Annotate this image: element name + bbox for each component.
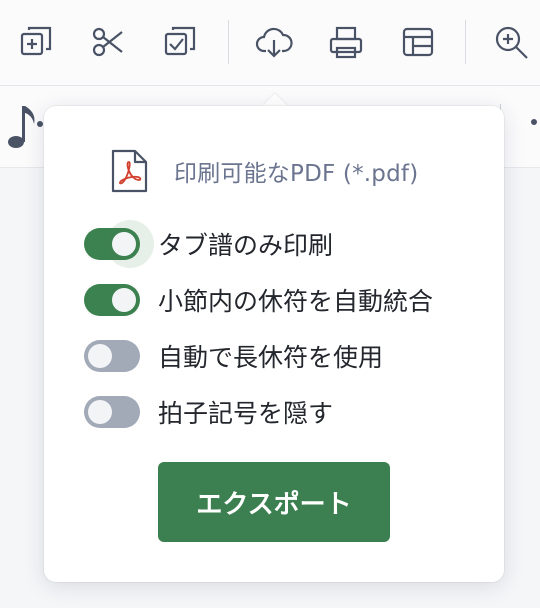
toggle-merge-rests[interactable] [84,284,140,316]
scissors-icon[interactable] [88,22,128,62]
pdf-file-icon [111,149,148,193]
export-format-selector[interactable]: 印刷可能なPDF (*.pdf) [110,149,419,193]
option-label: 拍子記号を隠す [158,399,334,428]
paste-check-icon[interactable] [160,22,200,62]
option-tab-only[interactable]: タブ譜のみ印刷 [84,220,334,268]
dot-icon[interactable] [520,110,540,134]
eighth-note-icon[interactable] [6,100,46,158]
toggle-hide-time-signature[interactable] [84,396,140,428]
toolbar-divider [228,20,229,64]
copy-add-icon[interactable] [16,22,56,62]
toggle-knob [88,344,112,368]
export-popup: 印刷可能なPDF (*.pdf) タブ譜のみ印刷 小節内の休符を自動統合 自動で… [44,106,504,582]
toggle-knob [112,288,136,312]
format-label: 印刷可能なPDF (*.pdf) [174,161,419,187]
option-merge-rests[interactable]: 小節内の休符を自動統合 [84,280,433,320]
option-label: 小節内の休符を自動統合 [158,287,434,316]
toggle-multi-rest[interactable] [84,340,140,372]
toggle-knob [88,400,112,424]
export-button[interactable]: エクスポート [158,462,390,542]
toolbar-divider [465,20,466,64]
toolbar [0,0,540,86]
printer-icon[interactable] [326,22,366,62]
toggle-knob [112,232,136,256]
zoom-in-icon[interactable] [492,22,532,62]
option-label: タブ譜のみ印刷 [158,231,334,260]
option-multi-rest[interactable]: 自動で長休符を使用 [84,336,383,376]
layout-icon[interactable] [398,22,438,62]
cloud-download-icon[interactable] [254,22,294,62]
option-label: 自動で長休符を使用 [158,343,384,372]
toggle-tab-only[interactable] [84,220,154,268]
option-hide-time-signature[interactable]: 拍子記号を隠す [84,392,333,432]
